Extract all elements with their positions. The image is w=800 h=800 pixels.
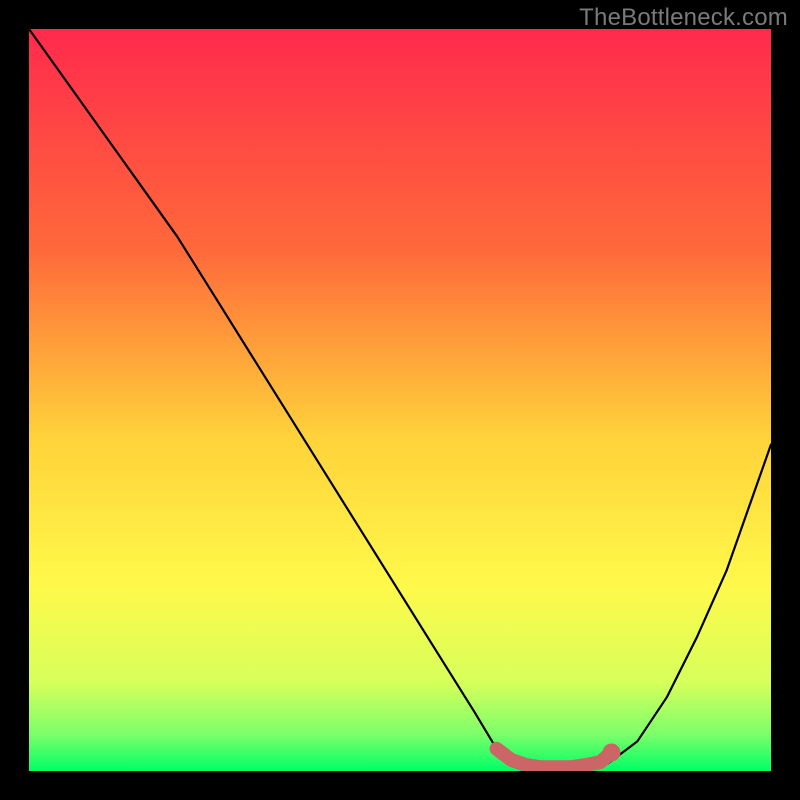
attribution-label: TheBottleneck.com — [579, 4, 788, 32]
gradient-background — [29, 29, 771, 771]
plot-area — [29, 29, 771, 771]
chart-frame: TheBottleneck.com — [0, 0, 800, 800]
optimal-range-end-dot — [603, 744, 621, 762]
chart-svg — [29, 29, 771, 771]
